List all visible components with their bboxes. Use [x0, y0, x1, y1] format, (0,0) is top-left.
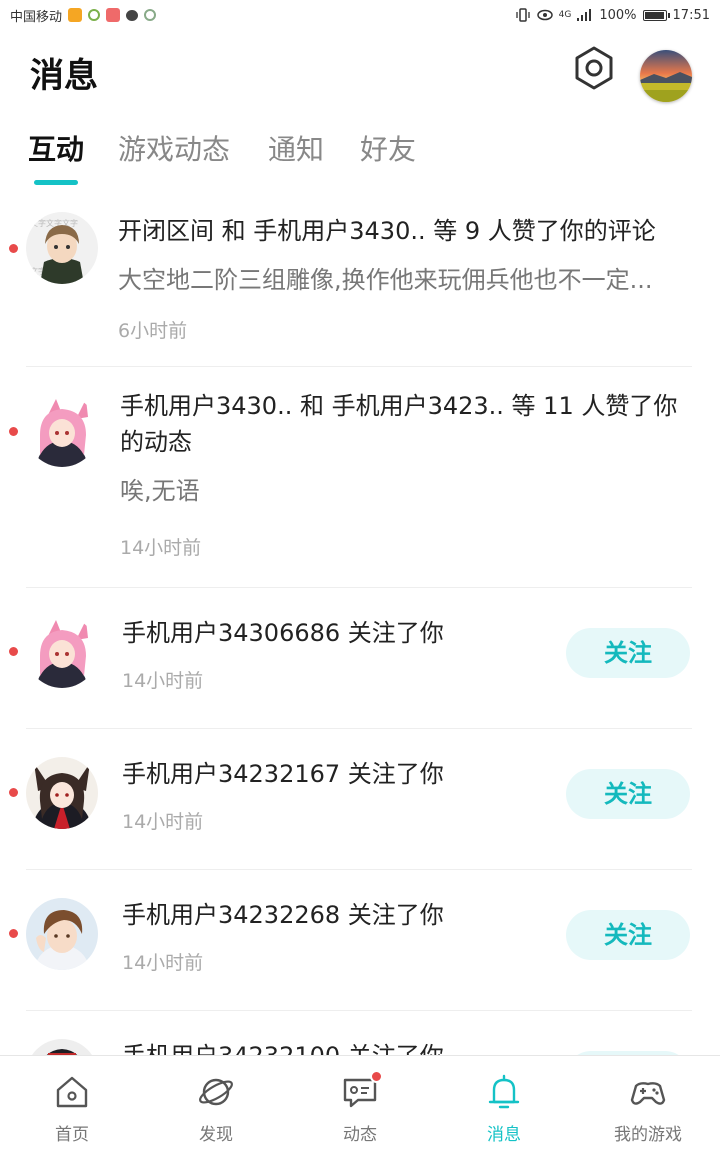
follow-button[interactable]: 关注 [566, 628, 690, 678]
nav-discover[interactable]: 发现 [144, 1056, 288, 1152]
circle-app-icon [88, 9, 101, 21]
battery-icon [642, 9, 670, 21]
dark-hair-avatar [26, 1039, 98, 1055]
unread-dot [9, 427, 18, 436]
anime-girl-pink-avatar [26, 395, 98, 467]
message-text: 手机用户34306686 关注了你 [122, 619, 444, 647]
landscape-avatar [640, 50, 692, 102]
avatar[interactable] [26, 757, 98, 829]
page-title: 消息 [30, 56, 98, 96]
message-text: 手机用户34232167 关注了你 [122, 760, 444, 788]
gamepad-icon [630, 1082, 666, 1105]
home-icon [56, 1076, 88, 1108]
nav-home[interactable]: 首页 [0, 1056, 144, 1152]
nav-messages-label: 消息 [487, 1125, 521, 1145]
mail-app-icon [106, 8, 121, 22]
message-subtext: 大空地二阶三组雕像,换作他来玩佣兵他也不一定... [118, 266, 653, 294]
message-time: 14小时前 [120, 537, 202, 559]
anime-girl-pink-avatar [26, 616, 98, 688]
profile-avatar[interactable] [640, 50, 692, 102]
follow-button[interactable]: 关注 [566, 910, 690, 960]
bottom-navigation: 首页 发现 动态 消息 我的游戏 [0, 1055, 720, 1152]
message-time: 6小时前 [118, 320, 188, 342]
avatar[interactable] [26, 898, 98, 970]
battery-percent: 100% [599, 7, 637, 23]
avatar[interactable] [26, 1039, 98, 1055]
carrier-label: 中国移动 [10, 9, 63, 25]
nav-feed-icon-wrap [340, 1070, 383, 1112]
list-item[interactable]: 手机用户34306686 关注了你 14小时前 关注 [0, 588, 720, 729]
message-time: 14小时前 [122, 811, 204, 833]
list-item[interactable]: 文字文字文字 文字文字文字 开闭区间 和 手机用户3430.. 等 9 人赞了你… [0, 190, 720, 367]
circle-app-icon-2 [144, 9, 157, 21]
unread-dot [9, 788, 18, 797]
network-label: 4G [558, 10, 572, 20]
anime-foxgirl-avatar [26, 757, 98, 829]
nav-feed-label: 动态 [343, 1125, 377, 1145]
message-subtext: 唉,无语 [120, 477, 200, 505]
status-right: 4G 100% 17:51 [515, 8, 710, 23]
follow-button[interactable]: 关注 [566, 769, 690, 819]
list-item[interactable]: 手机用户3430.. 和 手机用户3423.. 等 11 人赞了你 的动态 唉,… [0, 367, 720, 588]
avatar[interactable] [26, 616, 98, 688]
anime-boy-brown-hair-avatar [26, 898, 98, 970]
message-text: 开闭区间 和 手机用户3430.. 等 9 人赞了你的评论 [118, 217, 656, 245]
vibrate-icon [516, 8, 530, 22]
video-app-icon [68, 8, 83, 22]
tab-game-updates[interactable]: 游戏动态 [118, 128, 230, 168]
header: 消息 [0, 30, 720, 110]
message-time: 14小时前 [122, 670, 204, 692]
unread-dot [9, 647, 18, 656]
planet-icon [199, 1078, 233, 1106]
battery-fill [644, 11, 664, 19]
notification-badge [370, 1070, 383, 1083]
nav-home-label: 首页 [55, 1125, 89, 1145]
anime-boy-avatar: 文字文字文字 文字文字文字 [26, 212, 98, 284]
message-text: 手机用户34232100 关注了你 [122, 1037, 444, 1055]
bell-icon [488, 1074, 520, 1109]
svg-text:文字文字文字: 文字文字文字 [30, 218, 78, 228]
message-time: 14小时前 [122, 952, 204, 974]
status-bar: 中国移动 4G 100% 17:51 [0, 0, 720, 30]
eye-icon [536, 9, 553, 21]
nav-my-games-label: 我的游戏 [614, 1125, 682, 1145]
tab-interaction[interactable]: 互动 [28, 128, 84, 168]
nav-messages[interactable]: 消息 [432, 1056, 576, 1152]
nav-my-games[interactable]: 我的游戏 [576, 1056, 720, 1152]
message-text-line1: 手机用户3430.. 和 手机用户3423.. 等 11 人赞了你 [120, 392, 678, 420]
tab-active-indicator [34, 180, 78, 185]
list-item[interactable]: 手机用户34232268 关注了你 14小时前 关注 [0, 870, 720, 1011]
status-left: 中国移动 [10, 6, 157, 25]
list-item[interactable]: 手机用户34232167 关注了你 14小时前 关注 [0, 729, 720, 870]
message-text-line2: 的动态 [120, 428, 192, 456]
unread-dot [9, 244, 18, 253]
tab-bar: 互动 游戏动态 通知 好友 [0, 120, 720, 190]
unread-dot [9, 929, 18, 938]
signal-icon [577, 9, 592, 21]
nav-feed[interactable]: 动态 [288, 1056, 432, 1152]
tab-notifications[interactable]: 通知 [268, 128, 324, 168]
list-item[interactable]: 手机用户34232100 关注了你 关注 [0, 1011, 720, 1055]
settings-button[interactable] [570, 44, 618, 92]
hexagon-settings-icon [575, 46, 613, 90]
tab-friends[interactable]: 好友 [360, 128, 416, 168]
nav-discover-label: 发现 [199, 1125, 233, 1145]
avatar[interactable]: 文字文字文字 文字文字文字 [26, 212, 98, 284]
message-app-icon [126, 9, 139, 21]
avatar[interactable] [26, 395, 98, 467]
message-text: 手机用户34232268 关注了你 [122, 901, 444, 929]
clock: 17:51 [672, 7, 710, 23]
message-list[interactable]: 文字文字文字 文字文字文字 开闭区间 和 手机用户3430.. 等 9 人赞了你… [0, 190, 720, 1055]
